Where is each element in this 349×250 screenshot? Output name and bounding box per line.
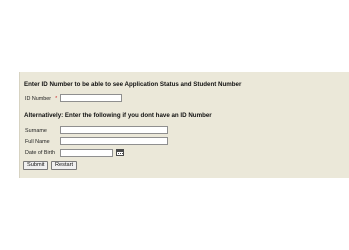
id-number-label-text: ID Number (25, 96, 52, 102)
required-marker: * (55, 96, 58, 102)
id-number-label: ID Number * (25, 96, 57, 102)
date-of-birth-label: Date of Birth (25, 150, 55, 156)
restart-button[interactable]: Restart (51, 161, 78, 170)
submit-button[interactable]: Submit (23, 161, 49, 170)
full-name-label: Full Name (25, 139, 50, 145)
date-of-birth-input[interactable] (60, 149, 113, 157)
surname-input[interactable] (60, 126, 168, 134)
alternative-section-heading: Alternatively: Enter the following if yo… (24, 112, 212, 119)
full-name-input[interactable] (60, 137, 168, 145)
calendar-icon[interactable] (116, 149, 124, 156)
id-number-input[interactable] (60, 94, 122, 102)
surname-label: Surname (25, 128, 47, 134)
id-section-heading: Enter ID Number to be able to see Applic… (24, 81, 242, 88)
application-status-form: Enter ID Number to be able to see Applic… (19, 72, 349, 178)
